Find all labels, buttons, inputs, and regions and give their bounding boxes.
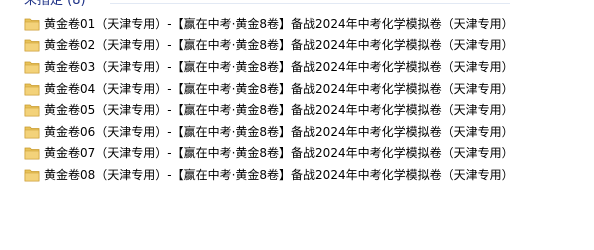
folder-icon <box>24 104 40 117</box>
list-item[interactable]: 黄金卷04（天津专用）-【赢在中考·黄金8卷】备战2024年中考化学模拟卷（天津… <box>24 78 514 100</box>
group-divider <box>110 3 510 4</box>
list-item[interactable]: 黄金卷02（天津专用）-【赢在中考·黄金8卷】备战2024年中考化学模拟卷（天津… <box>24 35 514 57</box>
list-item[interactable]: 黄金卷08（天津专用）-【赢在中考·黄金8卷】备战2024年中考化学模拟卷（天津… <box>24 164 514 186</box>
file-name: 黄金卷02（天津专用）-【赢在中考·黄金8卷】备战2024年中考化学模拟卷（天津… <box>44 38 514 53</box>
group-header[interactable]: 未指定 (8) <box>24 0 86 9</box>
list-item[interactable]: 黄金卷03（天津专用）-【赢在中考·黄金8卷】备战2024年中考化学模拟卷（天津… <box>24 56 514 78</box>
file-name: 黄金卷07（天津专用）-【赢在中考·黄金8卷】备战2024年中考化学模拟卷（天津… <box>44 146 514 161</box>
file-name: 黄金卷08（天津专用）-【赢在中考·黄金8卷】备战2024年中考化学模拟卷（天津… <box>44 167 514 182</box>
folder-icon <box>24 169 40 182</box>
group-title: 未指定 (8) <box>24 0 86 8</box>
file-name: 黄金卷04（天津专用）-【赢在中考·黄金8卷】备战2024年中考化学模拟卷（天津… <box>44 81 514 96</box>
file-name: 黄金卷05（天津专用）-【赢在中考·黄金8卷】备战2024年中考化学模拟卷（天津… <box>44 103 514 118</box>
file-name: 黄金卷06（天津专用）-【赢在中考·黄金8卷】备战2024年中考化学模拟卷（天津… <box>44 124 514 139</box>
folder-icon <box>24 126 40 139</box>
list-item[interactable]: 黄金卷07（天津专用）-【赢在中考·黄金8卷】备战2024年中考化学模拟卷（天津… <box>24 143 514 165</box>
folder-icon <box>24 147 40 160</box>
list-item[interactable]: 黄金卷01（天津专用）-【赢在中考·黄金8卷】备战2024年中考化学模拟卷（天津… <box>24 13 514 35</box>
list-item[interactable]: 黄金卷06（天津专用）-【赢在中考·黄金8卷】备战2024年中考化学模拟卷（天津… <box>24 121 514 143</box>
file-explorer-pane: 未指定 (8) 黄金卷01（天津专用）-【赢在中考·黄金8卷】备战2024年中考… <box>0 0 594 250</box>
file-name: 黄金卷01（天津专用）-【赢在中考·黄金8卷】备战2024年中考化学模拟卷（天津… <box>44 16 514 31</box>
list-item[interactable]: 黄金卷05（天津专用）-【赢在中考·黄金8卷】备战2024年中考化学模拟卷（天津… <box>24 99 514 121</box>
file-name: 黄金卷03（天津专用）-【赢在中考·黄金8卷】备战2024年中考化学模拟卷（天津… <box>44 59 514 74</box>
file-list: 黄金卷01（天津专用）-【赢在中考·黄金8卷】备战2024年中考化学模拟卷（天津… <box>24 13 514 186</box>
folder-icon <box>24 18 40 31</box>
folder-icon <box>24 39 40 52</box>
folder-icon <box>24 61 40 74</box>
folder-icon <box>24 83 40 95</box>
